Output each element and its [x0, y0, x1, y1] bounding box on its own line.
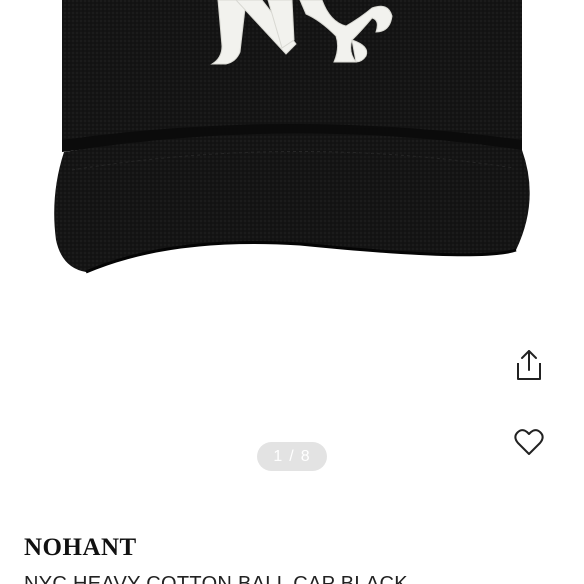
product-detail-screen: 1 / 8 NOHANT NYC HEAVY COTTON BALL CAP B…	[0, 0, 584, 584]
cap-brim	[54, 133, 530, 272]
share-button[interactable]	[510, 346, 548, 384]
product-title: NYC HEAVY COTTON BALL CAP BLACK	[24, 573, 408, 584]
product-image[interactable]	[0, 0, 584, 300]
image-page-indicator: 1 / 8	[257, 442, 327, 471]
brand-name[interactable]: NOHANT	[24, 534, 137, 562]
page-separator: /	[289, 447, 295, 465]
share-icon	[517, 350, 541, 380]
heart-icon	[514, 429, 544, 455]
page-total: 8	[300, 447, 311, 465]
page-current: 1	[273, 447, 284, 465]
cap-illustration	[54, 0, 530, 274]
favorite-button[interactable]	[510, 424, 548, 460]
